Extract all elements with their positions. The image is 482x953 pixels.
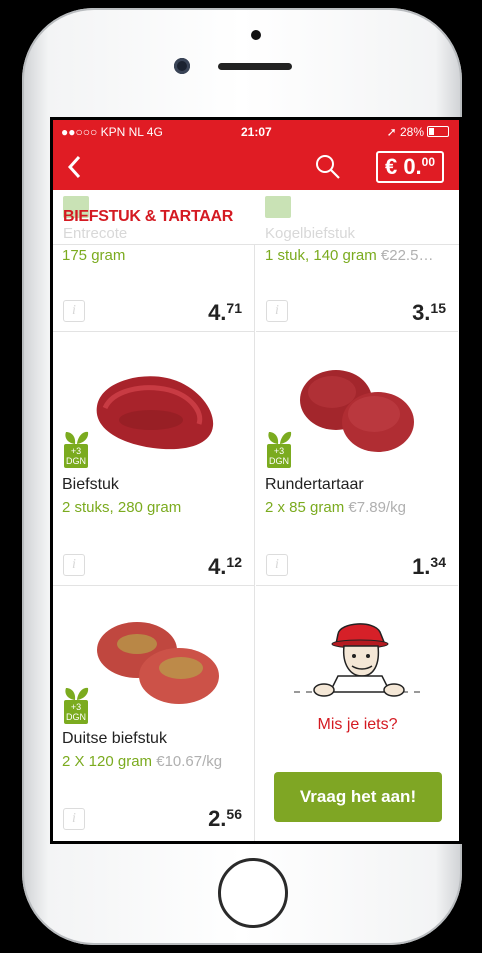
battery-percent: 28% — [399, 125, 424, 139]
product-price: 4.12 — [208, 554, 242, 579]
product-image-steak — [96, 376, 214, 450]
product-subtitle: 2 x 85 gram €7.89/kg — [265, 499, 406, 516]
nav-bar: € 0.00 — [53, 144, 459, 190]
product-name: Rundertartaar — [265, 476, 364, 493]
product-subtitle: 175 gram — [62, 247, 126, 264]
info-icon[interactable]: i — [63, 808, 85, 830]
eco-badge-label: +3 DGN — [64, 444, 88, 468]
eco-leaf-icon — [65, 431, 89, 444]
proximity-sensor — [251, 30, 261, 40]
eco-badge: +3 DGN — [62, 686, 90, 726]
product-price: 2.56 — [208, 806, 242, 831]
product-subtitle: 1 stuk, 140 gram €22.5… — [265, 247, 434, 264]
product-card[interactable]: 175 gram i 4.71 — [53, 244, 255, 332]
cart-cents: 00 — [421, 155, 436, 169]
earpiece-speaker — [218, 63, 292, 70]
battery-status: ➚ 28% — [387, 125, 449, 139]
category-header: BIEFSTUK & TARTAAR Entrecote Kogelbiefst… — [53, 190, 459, 245]
search-icon[interactable] — [315, 154, 341, 180]
info-icon[interactable]: i — [63, 554, 85, 576]
product-image-duitse-biefstuk — [97, 622, 219, 704]
product-subtitle: 2 stuks, 280 gram — [62, 499, 182, 516]
front-camera — [174, 58, 190, 74]
info-icon[interactable]: i — [266, 554, 288, 576]
home-button[interactable] — [218, 858, 288, 928]
scrolled-product-name: Entrecote — [63, 225, 128, 242]
clock: 21:07 — [241, 125, 272, 139]
missing-product-card: Mis je iets? Vraag het aan! — [256, 590, 459, 841]
app-screen: ●●○○○ KPN NL 4G 21:07 ➚ 28% € 0.00 BIEFS… — [50, 117, 462, 844]
product-price: 1.34 — [412, 554, 446, 579]
info-icon[interactable]: i — [266, 300, 288, 322]
category-title: BIEFSTUK & TARTAAR — [63, 208, 233, 225]
back-icon[interactable] — [63, 153, 89, 181]
scrolled-product-name: Kogelbiefstuk — [265, 225, 356, 242]
product-card[interactable]: 1 stuk, 140 gram €22.5… i 3.15 — [256, 244, 458, 332]
product-name: Biefstuk — [62, 476, 119, 493]
eco-leaf-icon — [65, 687, 89, 700]
product-price: 4.71 — [208, 300, 242, 325]
missing-product-text: Mis je iets? — [317, 716, 398, 733]
product-subtitle: 2 X 120 gram €10.67/kg — [62, 753, 223, 770]
product-card-biefstuk[interactable]: +3 DGN Biefstuk 2 stuks, 280 gram i 4.12 — [53, 332, 255, 586]
status-bar: ●●○○○ KPN NL 4G 21:07 ➚ 28% — [53, 120, 459, 144]
product-image-tartaar — [300, 370, 414, 452]
carrier-label: ●●○○○ KPN NL 4G — [61, 125, 163, 139]
cart-total-button[interactable]: € 0.00 — [376, 151, 444, 183]
eco-badge: +3 DGN — [265, 430, 293, 470]
battery-icon — [427, 126, 449, 137]
product-card-duitse-biefstuk[interactable]: +3 DGN Duitse biefstuk 2 X 120 gram €10.6… — [53, 586, 255, 841]
cart-amount: € 0. — [384, 154, 422, 179]
product-price: 3.15 — [412, 300, 446, 325]
product-name: Duitse biefstuk — [62, 730, 167, 747]
eco-leaf-icon — [268, 431, 292, 444]
eco-badge-label: +3 DGN — [267, 444, 291, 468]
eco-badge: +3 DGN — [62, 430, 90, 470]
eco-badge-ghost — [265, 196, 291, 218]
eco-badge-label: +3 DGN — [64, 700, 88, 724]
mascot-illustration — [294, 623, 424, 697]
info-icon[interactable]: i — [63, 300, 85, 322]
request-product-button[interactable]: Vraag het aan! — [274, 772, 442, 822]
product-card-rundertartaar[interactable]: +3 DGN Rundertartaar 2 x 85 gram €7.89/kg… — [256, 332, 458, 586]
